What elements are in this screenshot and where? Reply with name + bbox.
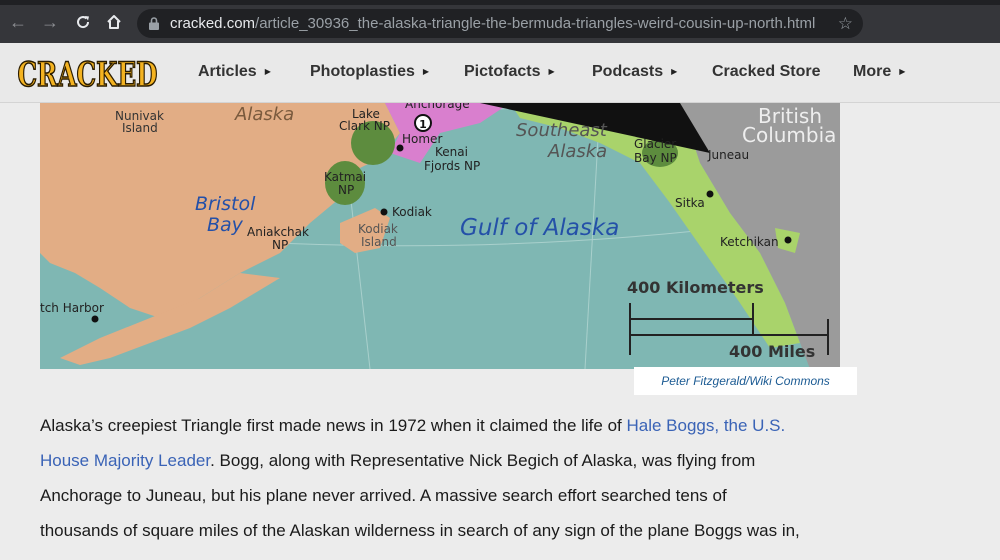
forward-arrow-icon[interactable]: → bbox=[40, 12, 60, 32]
address-bar[interactable]: cracked.com/article_30936_the-alaska-tri… bbox=[137, 9, 863, 38]
article-text: . Bogg, along with Representative Nick B… bbox=[210, 451, 756, 470]
map-label-kenai: Fjords NP bbox=[424, 159, 480, 173]
map-label-kodiak-island: Kodiak bbox=[358, 222, 398, 236]
map-label-lake-clark: Clark NP bbox=[339, 119, 390, 133]
nav-photoplasties[interactable]: Photoplasties ▶ bbox=[310, 63, 429, 81]
caret-right-icon: ▶ bbox=[422, 67, 430, 76]
map-label-glacier-bay: Glacier bbox=[634, 137, 676, 151]
bookmark-star-icon[interactable]: ☆ bbox=[838, 9, 853, 38]
back-arrow-icon[interactable]: ← bbox=[8, 12, 28, 32]
nav-podcasts[interactable]: Podcasts ▶ bbox=[592, 63, 677, 81]
caret-right-icon: ▶ bbox=[671, 67, 678, 76]
hale-boggs-link[interactable]: Hale Boggs, the U.S. bbox=[626, 416, 785, 435]
city-dot bbox=[706, 190, 714, 198]
caret-right-icon: ▶ bbox=[264, 67, 271, 76]
nav-label: Cracked Store bbox=[712, 63, 821, 80]
map-label-katmai: NP bbox=[338, 183, 354, 197]
article-text-line: Alaska’s creepiest Triangle first made n… bbox=[40, 416, 785, 436]
map-label-glacier-bay: Bay NP bbox=[634, 151, 677, 165]
nav-pictofacts[interactable]: Pictofacts ▶ bbox=[464, 63, 555, 81]
city-dot bbox=[380, 208, 388, 216]
route-marker-label: 1 bbox=[419, 118, 427, 131]
article-text-line: House Majority Leader. Bogg, along with … bbox=[40, 451, 755, 471]
map-label-kodiak-island: Island bbox=[361, 235, 397, 249]
alaska-map-image: 1 Alaska Nunivak Island Lake Clark NP An… bbox=[40, 103, 840, 369]
map-label-nunivak: Island bbox=[122, 121, 158, 135]
map-label-homer: Homer bbox=[402, 132, 442, 146]
caret-right-icon: ▶ bbox=[548, 67, 555, 76]
map-label-dutch-harbor: tch Harbor bbox=[40, 301, 104, 315]
map-label-ketchikan: Ketchikan bbox=[720, 235, 779, 249]
map-label-bristol-bay: Bristol bbox=[195, 193, 256, 215]
reload-icon[interactable] bbox=[73, 12, 93, 32]
map-label-anchorage: Anchorage bbox=[405, 103, 470, 111]
city-dot bbox=[91, 315, 99, 323]
lock-icon bbox=[149, 17, 159, 30]
article-text-line: Anchorage to Juneau, but his plane never… bbox=[40, 486, 727, 505]
article-text-line: thousands of square miles of the Alaskan… bbox=[40, 521, 800, 540]
map-label-southeast-alaska: Southeast bbox=[516, 120, 608, 141]
url-host: cracked.com bbox=[170, 15, 256, 32]
site-header: CRACKED Articles ▶ Photoplasties ▶ Pictofa… bbox=[0, 43, 1000, 103]
house-majority-leader-link[interactable]: House Majority Leader bbox=[40, 451, 210, 470]
caret-right-icon: ▶ bbox=[899, 67, 906, 76]
url-path: /article_30936_the-alaska-triangle-the-b… bbox=[255, 15, 816, 32]
image-credit: Peter Fitzgerald/Wiki Commons bbox=[634, 367, 857, 395]
nav-more[interactable]: More ▶ bbox=[853, 63, 905, 81]
map-label-katmai: Katmai bbox=[324, 170, 366, 184]
map-label-sitka: Sitka bbox=[675, 196, 705, 210]
map-label-aniakchak: NP bbox=[272, 238, 288, 252]
map-label-aniakchak: Aniakchak bbox=[247, 225, 309, 239]
nav-articles[interactable]: Articles ▶ bbox=[198, 63, 271, 81]
nav-label: Podcasts bbox=[592, 63, 664, 80]
cracked-logo[interactable]: CRACKED bbox=[16, 54, 159, 92]
city-dot bbox=[784, 236, 792, 244]
map-label-british-columbia: Columbia bbox=[742, 123, 836, 147]
home-icon[interactable] bbox=[104, 12, 124, 32]
map-label-bristol-bay: Bay bbox=[207, 214, 244, 236]
scale-mi-label: 400 Miles bbox=[729, 342, 815, 361]
map-label-kodiak: Kodiak bbox=[392, 205, 432, 219]
nav-label: More bbox=[853, 63, 892, 80]
browser-toolbar: ← → cracked.com/article_30936_the-alaska… bbox=[0, 0, 1000, 43]
nav-label: Articles bbox=[198, 63, 257, 80]
nav-label: Pictofacts bbox=[464, 63, 541, 80]
map-label-kenai: Kenai bbox=[435, 145, 468, 159]
logo-text: CRACKED bbox=[18, 55, 158, 92]
map-label-southeast-alaska: Alaska bbox=[547, 141, 607, 162]
map-label-gulf-of-alaska: Gulf of Alaska bbox=[460, 215, 619, 241]
tab-strip bbox=[0, 0, 1000, 5]
nav-cracked-store[interactable]: Cracked Store bbox=[712, 63, 821, 81]
map-label-alaska: Alaska bbox=[234, 104, 294, 125]
article-body: 1 Alaska Nunivak Island Lake Clark NP An… bbox=[0, 103, 1000, 560]
nav-label: Photoplasties bbox=[310, 63, 415, 80]
article-text: Alaska’s creepiest Triangle first made n… bbox=[40, 416, 627, 435]
map-label-juneau: Juneau bbox=[707, 148, 749, 162]
scale-km-label: 400 Kilometers bbox=[627, 278, 764, 297]
